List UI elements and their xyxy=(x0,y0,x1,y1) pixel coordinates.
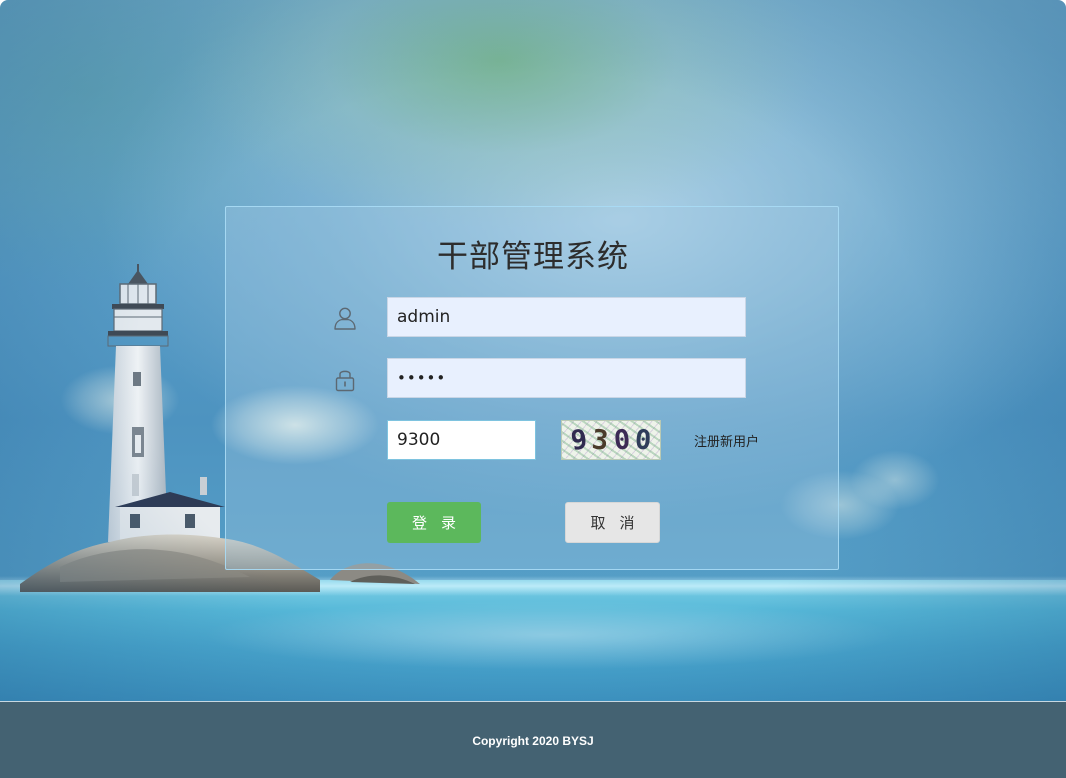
footer: Copyright 2020 BYSJ xyxy=(0,701,1066,778)
lock-icon xyxy=(335,370,355,392)
login-page: 干部管理系统 ••••• 9 3 0 0 注册新用户 登录 取消 Copyrig… xyxy=(0,0,1066,778)
copyright-text: Copyright 2020 BYSJ xyxy=(472,734,594,748)
captcha-input[interactable] xyxy=(387,420,536,460)
captcha-char: 0 xyxy=(634,423,653,457)
login-button[interactable]: 登录 xyxy=(387,502,481,543)
login-panel: 干部管理系统 ••••• 9 3 0 0 注册新用户 登录 取消 xyxy=(225,206,839,570)
register-link[interactable]: 注册新用户 xyxy=(694,431,759,450)
captcha-image[interactable]: 9 3 0 0 xyxy=(561,420,661,460)
page-title: 干部管理系统 xyxy=(437,239,629,275)
captcha-char: 3 xyxy=(590,423,610,457)
captcha-char: 0 xyxy=(612,423,632,457)
username-input[interactable] xyxy=(387,297,746,337)
password-input[interactable]: ••••• xyxy=(387,358,746,398)
cancel-button[interactable]: 取消 xyxy=(565,502,660,543)
captcha-char: 9 xyxy=(568,423,589,457)
user-icon xyxy=(334,307,356,330)
